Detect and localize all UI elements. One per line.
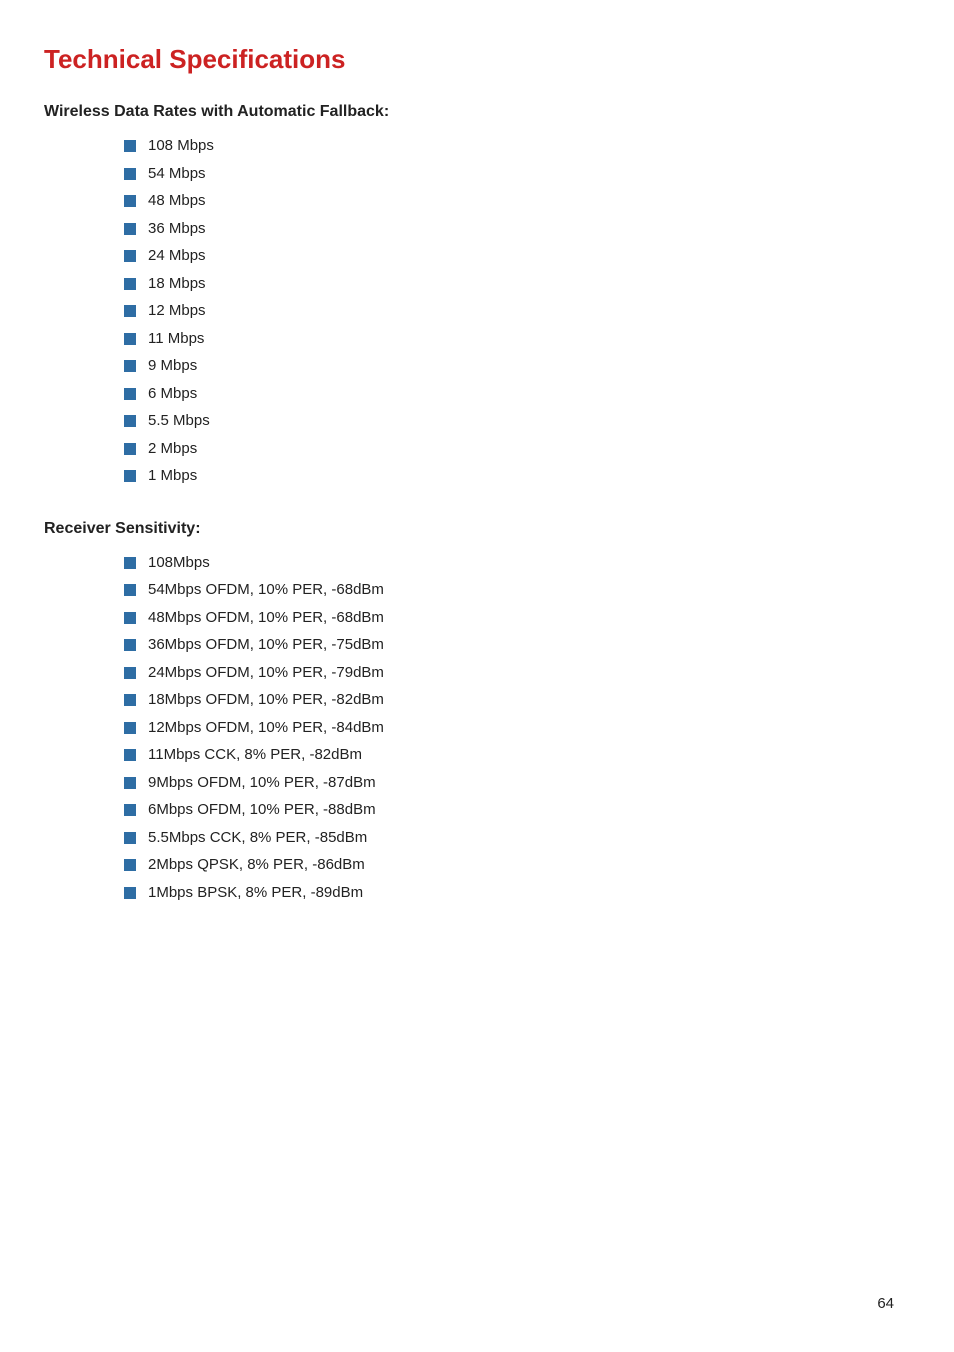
bullet-square-icon <box>124 223 136 235</box>
bullet-square-icon <box>124 333 136 345</box>
list-item: 24Mbps OFDM, 10% PER, -79dBm <box>124 662 894 685</box>
bullet-square-icon <box>124 360 136 372</box>
bullet-square-icon <box>124 887 136 899</box>
list-item: 1 Mbps <box>124 465 894 488</box>
bullet-square-icon <box>124 278 136 290</box>
bullet-square-icon <box>124 250 136 262</box>
list-item: 12 Mbps <box>124 300 894 323</box>
list-item-text: 12Mbps OFDM, 10% PER, -84dBm <box>148 717 384 740</box>
list-item: 54 Mbps <box>124 163 894 186</box>
list-item-text: 9Mbps OFDM, 10% PER, -87dBm <box>148 772 376 795</box>
list-item: 18Mbps OFDM, 10% PER, -82dBm <box>124 689 894 712</box>
bullet-square-icon <box>124 168 136 180</box>
list-item: 1Mbps BPSK, 8% PER, -89dBm <box>124 882 894 905</box>
list-item-text: 6 Mbps <box>148 383 197 406</box>
bullet-square-icon <box>124 470 136 482</box>
list-item-text: 48Mbps OFDM, 10% PER, -68dBm <box>148 607 384 630</box>
list-item: 9 Mbps <box>124 355 894 378</box>
list-item: 12Mbps OFDM, 10% PER, -84dBm <box>124 717 894 740</box>
list-item-text: 5.5 Mbps <box>148 410 210 433</box>
bullet-square-icon <box>124 859 136 871</box>
bullet-list-0: 108 Mbps 54 Mbps 48 Mbps 36 Mbps 24 Mbps 18 M… <box>124 135 894 488</box>
list-item: 48Mbps OFDM, 10% PER, -68dBm <box>124 607 894 630</box>
list-item: 5.5Mbps CCK, 8% PER, -85dBm <box>124 827 894 850</box>
list-item: 5.5 Mbps <box>124 410 894 433</box>
bullet-square-icon <box>124 667 136 679</box>
bullet-square-icon <box>124 722 136 734</box>
list-item-text: 36Mbps OFDM, 10% PER, -75dBm <box>148 634 384 657</box>
bullet-square-icon <box>124 140 136 152</box>
list-item: 108Mbps <box>124 552 894 575</box>
list-item-text: 108Mbps <box>148 552 210 575</box>
list-item-text: 108 Mbps <box>148 135 214 158</box>
list-item-text: 1 Mbps <box>148 465 197 488</box>
list-item-text: 2 Mbps <box>148 438 197 461</box>
list-item-text: 54Mbps OFDM, 10% PER, -68dBm <box>148 579 384 602</box>
list-item-text: 18 Mbps <box>148 273 206 296</box>
list-item: 24 Mbps <box>124 245 894 268</box>
list-item: 18 Mbps <box>124 273 894 296</box>
bullet-square-icon <box>124 305 136 317</box>
bullet-square-icon <box>124 584 136 596</box>
list-item-text: 5.5Mbps CCK, 8% PER, -85dBm <box>148 827 367 850</box>
sections-container: Wireless Data Rates with Automatic Fallb… <box>44 103 894 904</box>
bullet-square-icon <box>124 749 136 761</box>
bullet-list-1: 108Mbps 54Mbps OFDM, 10% PER, -68dBm 48Mbp… <box>124 552 894 905</box>
list-item-text: 24 Mbps <box>148 245 206 268</box>
bullet-square-icon <box>124 388 136 400</box>
list-item: 11 Mbps <box>124 328 894 351</box>
bullet-square-icon <box>124 832 136 844</box>
list-item: 9Mbps OFDM, 10% PER, -87dBm <box>124 772 894 795</box>
list-item: 6 Mbps <box>124 383 894 406</box>
list-item-text: 9 Mbps <box>148 355 197 378</box>
bullet-square-icon <box>124 639 136 651</box>
list-item-text: 11Mbps CCK, 8% PER, -82dBm <box>148 744 362 767</box>
list-item-text: 36 Mbps <box>148 218 206 241</box>
bullet-square-icon <box>124 443 136 455</box>
list-item-text: 2Mbps QPSK, 8% PER, -86dBm <box>148 854 365 877</box>
section-wireless-data-rates: Wireless Data Rates with Automatic Fallb… <box>44 103 894 488</box>
list-item-text: 6Mbps OFDM, 10% PER, -88dBm <box>148 799 376 822</box>
section-heading-0: Wireless Data Rates with Automatic Fallb… <box>44 103 894 121</box>
list-item-text: 54 Mbps <box>148 163 206 186</box>
bullet-square-icon <box>124 777 136 789</box>
list-item: 108 Mbps <box>124 135 894 158</box>
list-item: 11Mbps CCK, 8% PER, -82dBm <box>124 744 894 767</box>
bullet-square-icon <box>124 612 136 624</box>
list-item: 36Mbps OFDM, 10% PER, -75dBm <box>124 634 894 657</box>
list-item: 48 Mbps <box>124 190 894 213</box>
list-item: 6Mbps OFDM, 10% PER, -88dBm <box>124 799 894 822</box>
list-item: 2Mbps QPSK, 8% PER, -86dBm <box>124 854 894 877</box>
list-item: 54Mbps OFDM, 10% PER, -68dBm <box>124 579 894 602</box>
bullet-square-icon <box>124 694 136 706</box>
list-item: 36 Mbps <box>124 218 894 241</box>
bullet-square-icon <box>124 804 136 816</box>
list-item-text: 48 Mbps <box>148 190 206 213</box>
page-title: Technical Specifications <box>44 44 894 75</box>
page-container: Technical Specifications Wireless Data R… <box>0 0 954 996</box>
list-item-text: 11 Mbps <box>148 328 204 351</box>
list-item-text: 12 Mbps <box>148 300 206 323</box>
section-heading-1: Receiver Sensitivity: <box>44 520 894 538</box>
section-receiver-sensitivity: Receiver Sensitivity: 108Mbps 54Mbps OFDM,… <box>44 520 894 905</box>
bullet-square-icon <box>124 195 136 207</box>
bullet-square-icon <box>124 415 136 427</box>
bullet-square-icon <box>124 557 136 569</box>
list-item-text: 18Mbps OFDM, 10% PER, -82dBm <box>148 689 384 712</box>
list-item-text: 24Mbps OFDM, 10% PER, -79dBm <box>148 662 384 685</box>
list-item-text: 1Mbps BPSK, 8% PER, -89dBm <box>148 882 363 905</box>
page-number: 64 <box>877 1295 894 1312</box>
list-item: 2 Mbps <box>124 438 894 461</box>
